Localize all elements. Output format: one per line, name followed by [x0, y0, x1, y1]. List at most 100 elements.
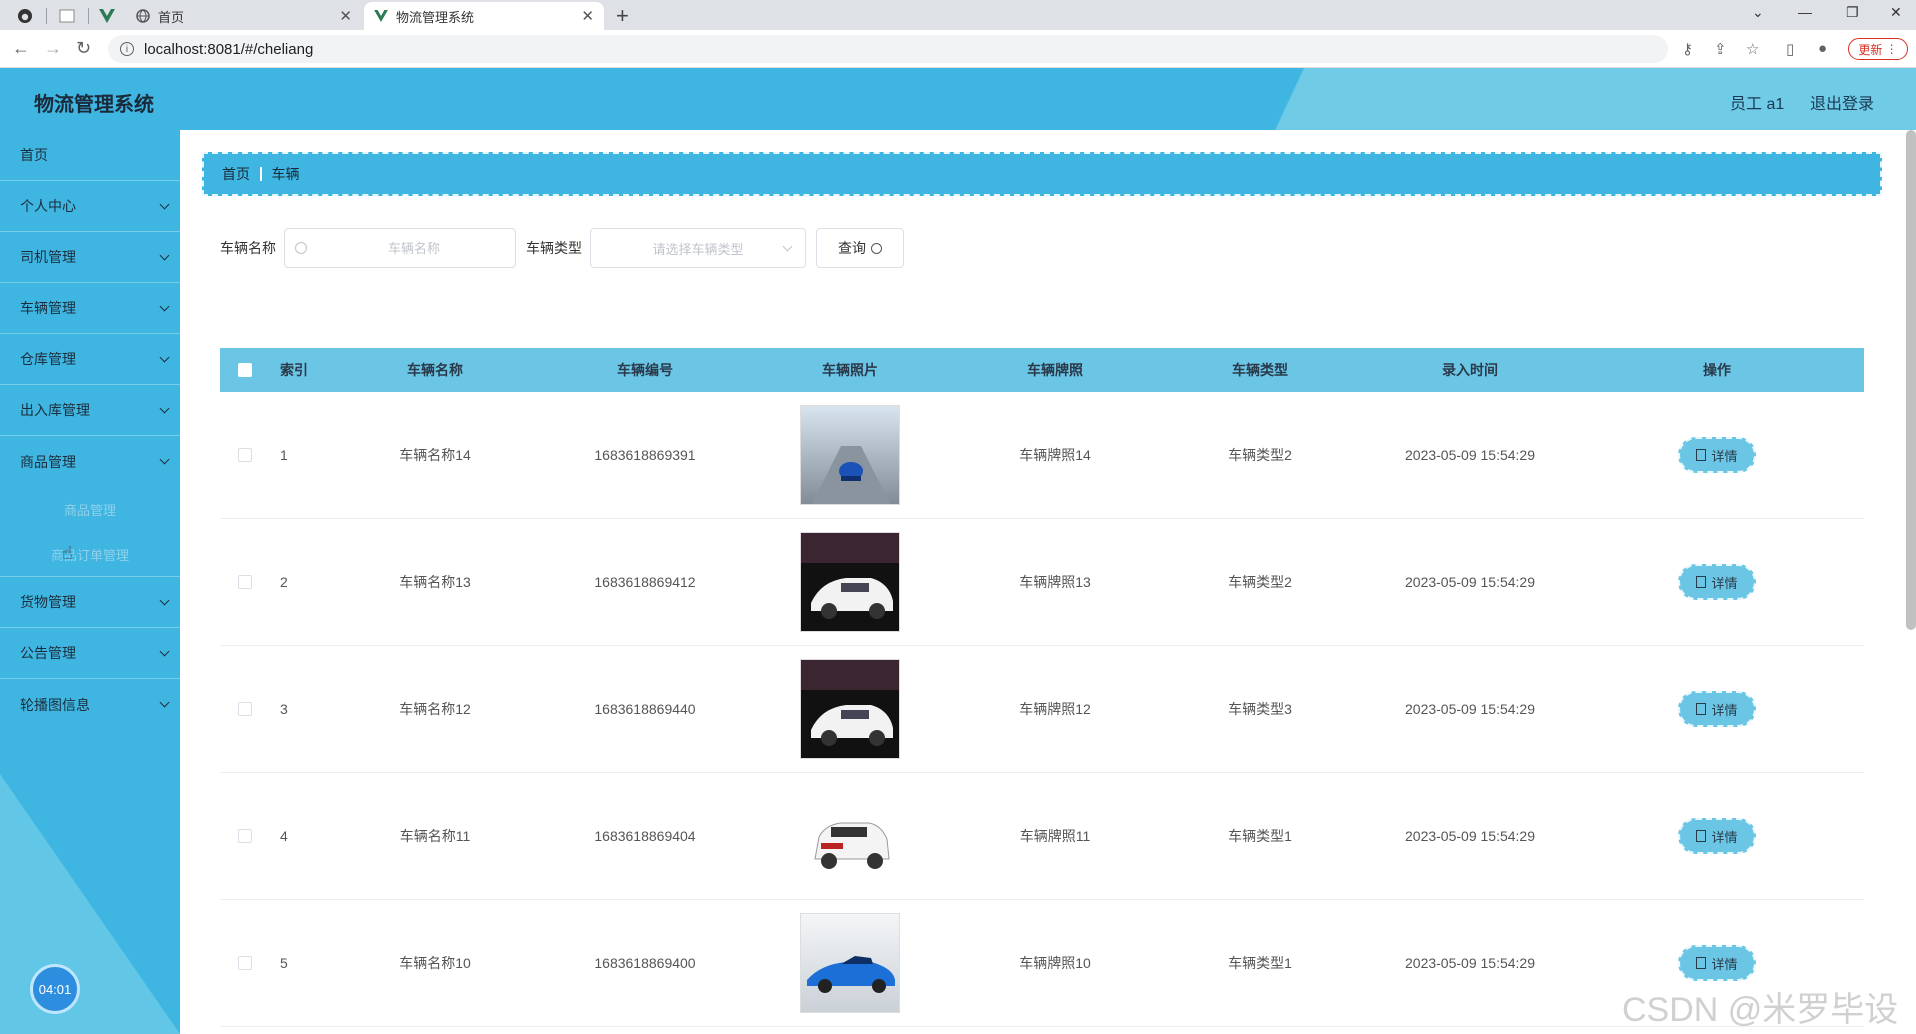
- sidebar-item-notices[interactable]: 公告管理: [0, 628, 180, 679]
- chevron-down-icon: [159, 595, 170, 606]
- forward-icon[interactable]: →: [44, 38, 62, 59]
- share-icon[interactable]: ⇪: [1714, 40, 1727, 58]
- page-scrollbar[interactable]: [1906, 130, 1916, 630]
- cell-name: 车辆名称11: [399, 828, 471, 844]
- chevron-down-icon[interactable]: ⌄: [1752, 4, 1764, 21]
- row-checkbox[interactable]: [238, 829, 252, 843]
- sidebar-item-inout[interactable]: 出入库管理: [0, 385, 180, 436]
- back-icon[interactable]: ←: [12, 38, 30, 59]
- sidebar: 首页 个人中心 司机管理 车辆管理 仓库管理 出入库管理 商品管理 商品管理 商…: [0, 130, 180, 1034]
- new-tab-icon[interactable]: +: [616, 3, 629, 29]
- cell-index: 4: [280, 828, 288, 844]
- cell-number: 1683618869400: [594, 955, 696, 971]
- row-checkbox[interactable]: [238, 702, 252, 716]
- timer-badge[interactable]: 04:01: [30, 964, 80, 1014]
- query-button[interactable]: 查询: [816, 228, 904, 268]
- cell-time: 2023-05-09 15:54:29: [1405, 701, 1535, 717]
- sidebar-item-drivers[interactable]: 司机管理: [0, 232, 180, 283]
- sidebar-subitem-products[interactable]: 商品管理: [0, 487, 180, 532]
- detail-label: 详情: [1711, 829, 1738, 845]
- column-header: 操作: [1703, 362, 1731, 378]
- table-row: 1 车辆名称14 1683618869391 车辆牌照14 车辆类型2 2023…: [220, 392, 1864, 519]
- close-icon[interactable]: ✕: [339, 7, 352, 25]
- vehicle-photo[interactable]: [800, 786, 900, 886]
- detail-button[interactable]: 详情: [1678, 437, 1756, 473]
- table-header: 索引 车辆名称 车辆编号 车辆照片 车辆牌照 车辆类型 录入时间 操作: [220, 348, 1864, 392]
- table-row: 3 车辆名称12 1683618869440 车辆牌照12 车辆类型3 2023…: [220, 646, 1864, 773]
- tab-label: 物流管理系统: [396, 9, 475, 25]
- select-all-checkbox[interactable]: [238, 363, 252, 377]
- vehicle-photo[interactable]: [800, 659, 900, 759]
- chevron-down-icon: [159, 454, 170, 465]
- vehicle-photo[interactable]: [800, 532, 900, 632]
- detail-button[interactable]: 详情: [1678, 564, 1756, 600]
- app-header: 物流管理系统 员工 a1 退出登录: [0, 68, 1916, 130]
- url-field[interactable]: i localhost:8081/#/cheliang: [108, 35, 1668, 63]
- row-checkbox[interactable]: [238, 575, 252, 589]
- column-header: 录入时间: [1442, 362, 1498, 378]
- cell-plate: 车辆牌照11: [1019, 828, 1091, 844]
- table-row: 4 车辆名称11 1683618869404 车辆牌照11 车辆类型1 2023…: [220, 773, 1864, 900]
- breadcrumb: 首页 车辆: [202, 152, 1882, 196]
- cell-index: 3: [280, 701, 288, 717]
- chevron-down-icon: [159, 352, 170, 363]
- app-title: 物流管理系统: [34, 94, 154, 116]
- cell-plate: 车辆牌照12: [1019, 701, 1091, 717]
- chevron-down-icon: [159, 697, 170, 708]
- profile-icon[interactable]: ●: [1818, 40, 1827, 57]
- cell-type: 车辆类型2: [1228, 447, 1292, 463]
- vehicle-type-select[interactable]: 请选择车辆类型: [590, 228, 806, 268]
- row-checkbox[interactable]: [238, 448, 252, 462]
- cell-plate: 车辆牌照13: [1019, 574, 1091, 590]
- sidebar-subitem-orders[interactable]: 商品订单管理: [0, 532, 180, 577]
- sidebar-item-label: 公告管理: [20, 645, 76, 661]
- browser-tab-bar: 首页 ✕ 物流管理系统 ✕ + ⌄ — ❐ ✕: [0, 0, 1916, 30]
- sidebar-item-goods[interactable]: 货物管理: [0, 577, 180, 628]
- detail-label: 详情: [1711, 575, 1738, 591]
- vehicle-name-input[interactable]: [313, 240, 515, 256]
- star-icon[interactable]: ☆: [1746, 40, 1759, 58]
- document-icon: [1696, 830, 1707, 842]
- sidebar-item-profile[interactable]: 个人中心: [0, 181, 180, 232]
- restore-icon[interactable]: ❐: [1846, 4, 1859, 21]
- chevron-down-icon: [159, 199, 170, 210]
- query-label: 查询: [838, 240, 866, 256]
- logout-link[interactable]: 退出登录: [1810, 90, 1874, 114]
- update-button[interactable]: 更新 ⋮: [1848, 38, 1908, 60]
- vue-icon[interactable]: [90, 4, 124, 28]
- reload-icon[interactable]: ↻: [76, 38, 91, 59]
- minimize-icon[interactable]: —: [1798, 4, 1812, 20]
- detail-button[interactable]: 详情: [1678, 818, 1756, 854]
- sidebar-item-vehicles[interactable]: 车辆管理: [0, 283, 180, 334]
- cell-name: 车辆名称14: [399, 447, 471, 463]
- sidebar-item-products[interactable]: 商品管理: [0, 436, 180, 487]
- sidebar-item-warehouses[interactable]: 仓库管理: [0, 334, 180, 385]
- tab-logistics[interactable]: 物流管理系统 ✕: [364, 2, 604, 30]
- sidebar-item-home[interactable]: 首页: [0, 130, 180, 181]
- close-icon[interactable]: ✕: [581, 7, 594, 25]
- info-icon[interactable]: i: [120, 42, 134, 56]
- tab-home[interactable]: 首页 ✕: [126, 2, 362, 30]
- close-window-icon[interactable]: ✕: [1890, 4, 1902, 21]
- sidebar-item-carousel[interactable]: 轮播图信息: [0, 679, 180, 730]
- blank-page-icon[interactable]: [50, 4, 84, 28]
- column-header: 车辆照片: [822, 362, 878, 378]
- detail-label: 详情: [1711, 448, 1738, 464]
- vehicle-name-input-wrapper[interactable]: [284, 228, 516, 268]
- column-header: 车辆牌照: [1027, 362, 1083, 378]
- key-icon[interactable]: ⚷: [1682, 40, 1693, 58]
- vehicle-photo[interactable]: [800, 913, 900, 1013]
- breadcrumb-home[interactable]: 首页: [222, 164, 250, 184]
- row-checkbox[interactable]: [238, 956, 252, 970]
- column-header: 车辆编号: [617, 362, 673, 378]
- github-icon[interactable]: [8, 4, 42, 28]
- globe-icon: [136, 9, 150, 23]
- column-header: 车辆名称: [407, 362, 463, 378]
- detail-label: 详情: [1711, 702, 1738, 718]
- detail-button[interactable]: 详情: [1678, 945, 1756, 981]
- cell-time: 2023-05-09 15:54:29: [1405, 574, 1535, 590]
- detail-button[interactable]: 详情: [1678, 691, 1756, 727]
- sidepanel-icon[interactable]: ▯: [1786, 40, 1794, 58]
- cell-name: 车辆名称13: [399, 574, 471, 590]
- vehicle-photo[interactable]: [800, 405, 900, 505]
